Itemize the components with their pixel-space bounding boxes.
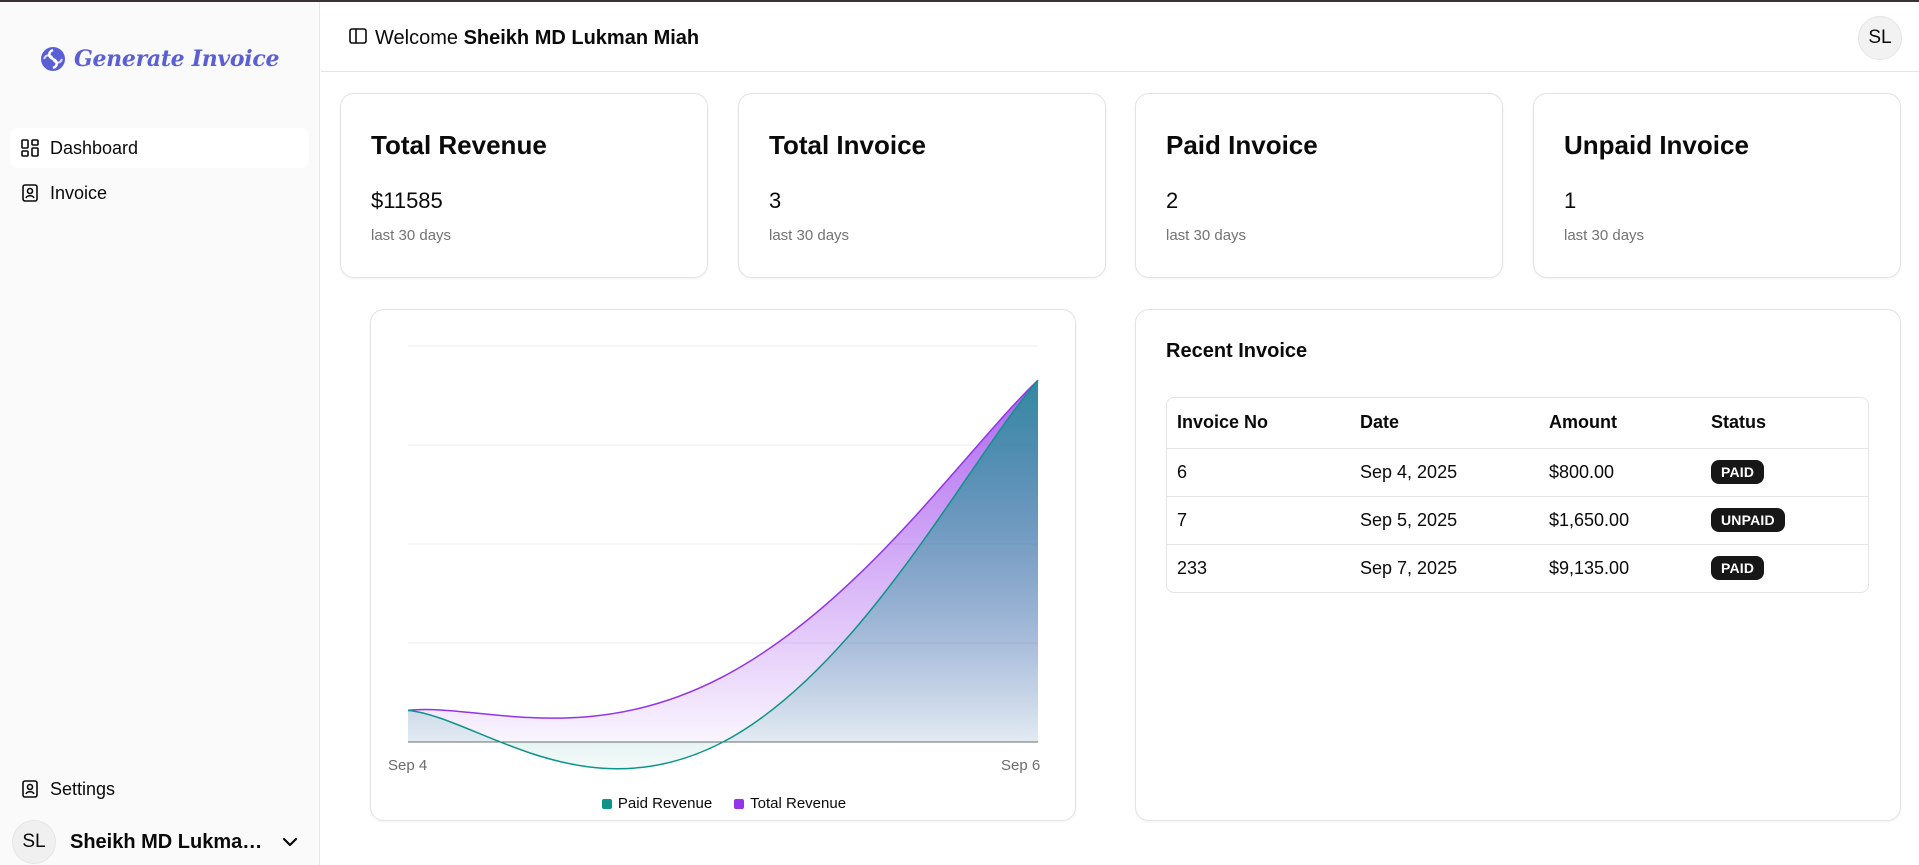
sidebar-item-label: Settings bbox=[50, 778, 116, 799]
stat-card-total-revenue: Total Revenue $11585 last 30 days bbox=[340, 93, 708, 278]
cell-amount: $9,135.00 bbox=[1539, 543, 1701, 592]
cell-status: PAID bbox=[1701, 543, 1868, 592]
sidebar-item-dashboard[interactable]: Dashboard bbox=[10, 128, 309, 168]
brand-name: Generate Invoice bbox=[74, 46, 280, 72]
stat-title: Total Invoice bbox=[769, 130, 926, 160]
stat-value: 2 bbox=[1166, 188, 1179, 213]
x-tick-label: Sep 4 bbox=[388, 757, 427, 774]
legend-swatch-total bbox=[734, 798, 745, 809]
cell-status: UNPAID bbox=[1701, 495, 1868, 544]
sidebar-item-invoice[interactable]: Invoice bbox=[10, 173, 309, 213]
chart-legend: Paid Revenue Total Revenue bbox=[371, 795, 1077, 812]
chevron-down-icon bbox=[282, 837, 298, 847]
column-header-amount: Amount bbox=[1549, 412, 1617, 433]
cell-date: Sep 7, 2025 bbox=[1350, 543, 1539, 592]
cell-date: Sep 4, 2025 bbox=[1350, 447, 1539, 496]
stat-card-paid-invoice: Paid Invoice 2 last 30 days bbox=[1135, 93, 1503, 278]
column-header-status: Status bbox=[1711, 412, 1767, 433]
stat-title: Total Revenue bbox=[371, 130, 547, 160]
legend-item-total[interactable]: Total Revenue bbox=[734, 795, 846, 812]
legend-swatch-paid bbox=[601, 798, 612, 809]
legend-label: Paid Revenue bbox=[617, 795, 713, 812]
cell-date: Sep 5, 2025 bbox=[1350, 495, 1539, 544]
cell-amount: $800.00 bbox=[1539, 447, 1701, 496]
cell-invoice-no: 7 bbox=[1167, 495, 1350, 544]
sidebar-settings: Settings bbox=[10, 769, 309, 814]
stat-period: last 30 days bbox=[371, 227, 452, 244]
sidebar-item-settings[interactable]: Settings bbox=[10, 769, 309, 809]
legend-label: Total Revenue bbox=[750, 795, 847, 812]
welcome-user-name: Sheikh MD Lukman Miah bbox=[463, 27, 700, 49]
table-header-row: Invoice No Date Amount Status bbox=[1167, 398, 1868, 448]
cell-status: PAID bbox=[1701, 447, 1868, 496]
cell-invoice-no: 6 bbox=[1167, 447, 1350, 496]
revenue-chart: Sep 4 Sep 6 bbox=[388, 345, 1040, 774]
column-header-date: Date bbox=[1360, 412, 1400, 433]
table-row[interactable]: 233 Sep 7, 2025 $9,135.00 PAID bbox=[1167, 543, 1868, 592]
recent-invoice-table: Invoice No Date Amount Status 6 Sep 4, 2… bbox=[1166, 397, 1869, 593]
table-row[interactable]: 7 Sep 5, 2025 $1,650.00 UNPAID bbox=[1167, 495, 1868, 544]
header-avatar[interactable]: SL bbox=[1858, 16, 1902, 60]
dashboard-icon bbox=[21, 139, 39, 157]
welcome-prefix: Welcome bbox=[375, 27, 458, 49]
stat-period: last 30 days bbox=[1564, 227, 1645, 244]
x-tick-label: Sep 6 bbox=[1001, 757, 1040, 774]
stat-period: last 30 days bbox=[1166, 227, 1247, 244]
welcome-text: Welcome Sheikh MD Lukman Miah bbox=[375, 27, 699, 50]
stat-title: Unpaid Invoice bbox=[1564, 130, 1749, 160]
legend-item-paid[interactable]: Paid Revenue bbox=[601, 795, 713, 812]
column-header-invoice-no: Invoice No bbox=[1177, 412, 1269, 433]
stat-card-unpaid-invoice: Unpaid Invoice 1 last 30 days bbox=[1533, 93, 1901, 278]
sidebar: Generate Invoice Dashboard Invoice Setti… bbox=[0, 2, 320, 865]
user-name: Sheikh MD Lukman... bbox=[70, 830, 265, 853]
stat-value: $11585 bbox=[371, 188, 443, 213]
sidebar-toggle-icon[interactable] bbox=[348, 26, 368, 46]
status-badge: UNPAID bbox=[1711, 508, 1785, 532]
stat-period: last 30 days bbox=[769, 227, 850, 244]
status-badge: PAID bbox=[1711, 460, 1765, 484]
avatar: SL bbox=[12, 820, 56, 864]
recent-invoice-title: Recent Invoice bbox=[1166, 340, 1308, 362]
cell-amount: $1,650.00 bbox=[1539, 495, 1701, 544]
settings-icon bbox=[22, 780, 38, 798]
brand-logo[interactable]: Generate Invoice bbox=[40, 46, 279, 72]
stat-title: Paid Invoice bbox=[1166, 130, 1318, 160]
brand-swirl-icon bbox=[41, 47, 65, 71]
sidebar-nav: Dashboard Invoice bbox=[10, 128, 309, 218]
sidebar-item-label: Dashboard bbox=[50, 137, 139, 158]
sidebar-item-label: Invoice bbox=[50, 182, 108, 203]
stat-value: 3 bbox=[769, 188, 782, 213]
top-header: Welcome Sheikh MD Lukman Miah SL bbox=[321, 2, 1919, 72]
revenue-chart-card: Sep 4 Sep 6 Paid Revenue Total Revenue bbox=[370, 309, 1076, 821]
stat-value: 1 bbox=[1564, 188, 1577, 213]
cell-invoice-no: 233 bbox=[1167, 543, 1350, 592]
stat-card-total-invoice: Total Invoice 3 last 30 days bbox=[738, 93, 1106, 278]
user-menu[interactable]: SL Sheikh MD Lukman... bbox=[10, 820, 309, 864]
status-badge: PAID bbox=[1711, 556, 1765, 581]
invoice-icon bbox=[22, 184, 38, 202]
table-row[interactable]: 6 Sep 4, 2025 $800.00 PAID bbox=[1167, 447, 1868, 496]
recent-invoice-card: Recent Invoice Invoice No Date Amount St… bbox=[1135, 309, 1901, 821]
